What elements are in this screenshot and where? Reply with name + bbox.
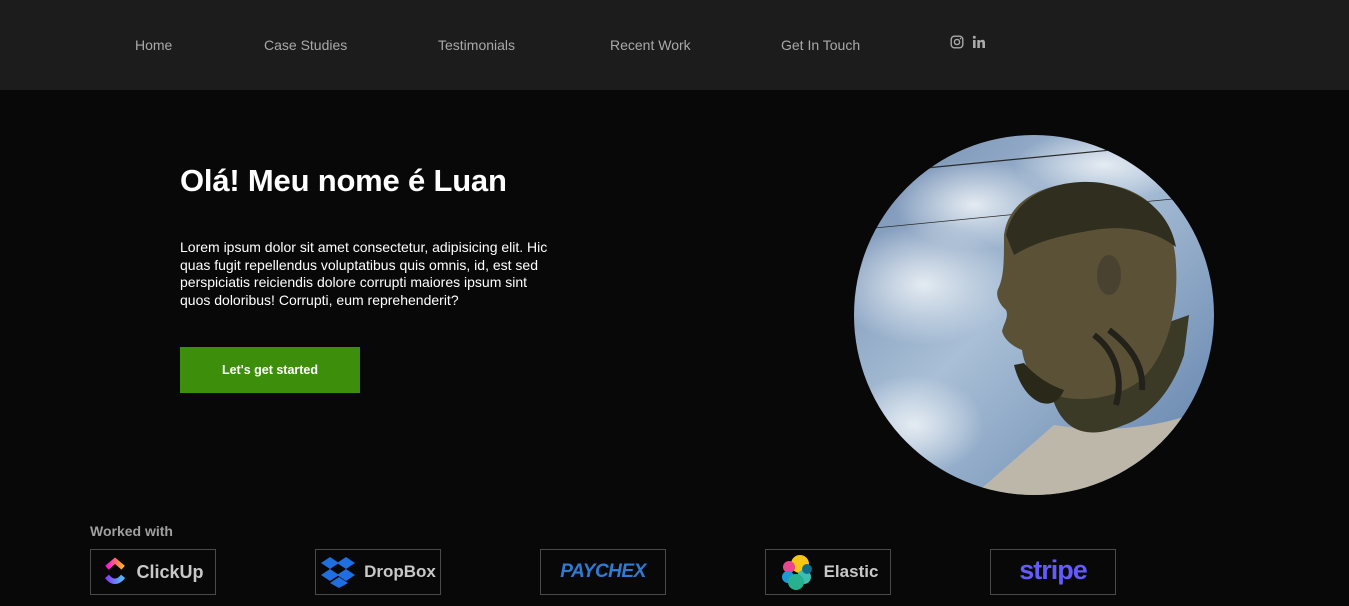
hero-title: Olá! Meu nome é Luan <box>180 163 507 198</box>
brand-stripe-label: stripe <box>1019 554 1088 585</box>
brand-paychex: PAYCHEX <box>540 549 666 595</box>
instagram-icon[interactable] <box>950 35 964 49</box>
dropbox-logo-icon <box>321 557 356 588</box>
top-navbar: Home Case Studies Testimonials Recent Wo… <box>0 0 1349 90</box>
brand-clickup: ClickUp <box>90 549 216 595</box>
brand-clickup-label: ClickUp <box>136 561 204 582</box>
brand-dropbox: DropBox <box>315 549 441 595</box>
linkedin-icon[interactable] <box>972 35 986 49</box>
nav-link-case-studies[interactable]: Case Studies <box>264 37 347 53</box>
nav-link-home[interactable]: Home <box>135 37 172 53</box>
elastic-logo-icon <box>781 555 812 590</box>
brand-dropbox-label: DropBox <box>364 562 436 581</box>
worked-with-heading: Worked with <box>90 523 173 539</box>
nav-link-get-in-touch[interactable]: Get In Touch <box>781 37 860 53</box>
profile-photo <box>854 135 1214 495</box>
hero-description: Lorem ipsum dolor sit amet consectetur, … <box>180 239 548 308</box>
nav-link-testimonials[interactable]: Testimonials <box>438 37 515 53</box>
get-started-button[interactable]: Let's get started <box>180 347 360 393</box>
brand-elastic-label: Elastic <box>823 562 879 581</box>
brand-stripe: stripe <box>990 549 1116 595</box>
nav-link-recent-work[interactable]: Recent Work <box>610 37 691 53</box>
brand-elastic: Elastic <box>765 549 891 595</box>
brand-paychex-label: PAYCHEX <box>560 561 646 582</box>
clickup-logo-icon <box>105 557 126 584</box>
